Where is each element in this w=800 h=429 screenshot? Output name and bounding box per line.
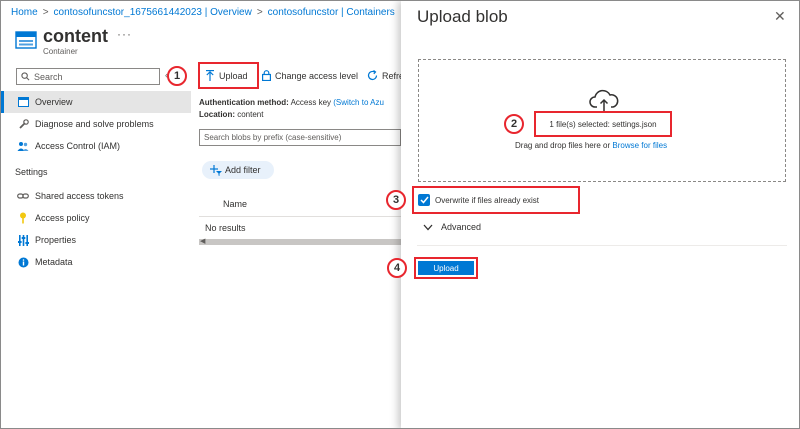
- sidebar-item-label: Overview: [35, 97, 73, 107]
- sidebar-item-properties[interactable]: Properties: [1, 229, 191, 251]
- checkmark-icon: [419, 196, 429, 204]
- sidebar-search-input[interactable]: Search: [16, 68, 160, 85]
- container-icon: [15, 31, 37, 49]
- breadcrumb-containers[interactable]: contosofuncstor | Containers: [268, 7, 395, 18]
- breadcrumb-home[interactable]: Home: [11, 7, 38, 18]
- auth-value: Access key: [290, 98, 332, 107]
- authentication-method: Authentication method: Access key (Switc…: [199, 98, 384, 107]
- wrench-icon: [17, 118, 29, 130]
- panel-divider: [417, 245, 787, 246]
- refresh-icon: [367, 70, 378, 81]
- breadcrumb: Home > contosofuncstor_1675661442023 | O…: [11, 4, 395, 20]
- lock-icon: [262, 70, 271, 81]
- settings-heading: Settings: [15, 167, 48, 177]
- sidebar-item-label: Access policy: [35, 213, 90, 223]
- cloud-upload-icon: [589, 89, 619, 112]
- blob-search-input[interactable]: Search blobs by prefix (case-sensitive): [199, 129, 401, 146]
- browse-for-files-link[interactable]: Browse for files: [612, 141, 667, 150]
- no-results-text: No results: [205, 223, 246, 233]
- key-icon: [17, 212, 29, 224]
- sidebar-item-overview[interactable]: Overview: [1, 91, 191, 113]
- add-filter-button[interactable]: Add filter: [202, 161, 274, 179]
- refresh-button[interactable]: Refre: [367, 70, 404, 81]
- change-access-level-button[interactable]: Change access level: [262, 70, 358, 81]
- chevron-down-icon: [423, 224, 433, 230]
- sidebar-search-placeholder: Search: [34, 71, 63, 82]
- search-icon: [21, 72, 30, 81]
- sidebar-item-metadata[interactable]: Metadata: [1, 251, 191, 273]
- column-header-name[interactable]: Name: [223, 199, 247, 209]
- sidebar-item-access-control[interactable]: Access Control (IAM): [1, 135, 191, 157]
- link-icon: [17, 190, 29, 202]
- location: Location: content: [199, 110, 263, 119]
- panel-title: Upload blob: [417, 7, 508, 26]
- callout-1: 1: [167, 66, 187, 86]
- files-selected-text: 1 file(s) selected: settings.json: [534, 111, 672, 137]
- overwrite-label: Overwrite if files already exist: [435, 195, 540, 205]
- callout-2: 2: [504, 114, 524, 134]
- add-filter-icon: [210, 164, 222, 176]
- overwrite-checkbox-row[interactable]: Overwrite if files already exist: [412, 186, 580, 214]
- sliders-icon: [17, 234, 29, 246]
- location-value: content: [237, 110, 264, 119]
- upload-blob-panel: Upload blob ✕ 1 file(s) selected: settin…: [401, 1, 799, 428]
- breadcrumb-storage-overview[interactable]: contosofuncstor_1675661442023 | Overview: [54, 7, 252, 18]
- overwrite-checkbox[interactable]: [418, 194, 430, 206]
- info-icon: [17, 256, 29, 268]
- blob-search-placeholder: Search blobs by prefix (case-sensitive): [204, 133, 342, 142]
- auth-label: Authentication method:: [199, 98, 289, 107]
- table-divider: [199, 216, 401, 217]
- close-icon[interactable]: ✕: [774, 8, 786, 25]
- breadcrumb-separator: >: [256, 6, 263, 18]
- scroll-left-icon[interactable]: ◀: [200, 237, 205, 245]
- sidebar-item-label: Shared access tokens: [35, 191, 124, 201]
- overview-icon: [17, 96, 29, 108]
- sidebar-item-label: Metadata: [35, 257, 73, 267]
- breadcrumb-separator: >: [42, 6, 49, 18]
- upload-button-label: Upload: [219, 70, 248, 81]
- location-label: Location:: [199, 110, 235, 119]
- sidebar-item-label: Diagnose and solve problems: [35, 119, 154, 129]
- app-frame: Home > contosofuncstor_1675661442023 | O…: [0, 0, 800, 429]
- horizontal-scrollbar[interactable]: ◀: [199, 237, 401, 245]
- sidebar-item-access-policy[interactable]: Access policy: [1, 207, 191, 229]
- upload-button[interactable]: Upload: [198, 62, 259, 89]
- advanced-label: Advanced: [441, 222, 482, 232]
- callout-3: 3: [386, 190, 406, 210]
- sidebar-item-label: Access Control (IAM): [35, 141, 121, 151]
- sidebar-item-label: Properties: [35, 235, 77, 245]
- callout-4: 4: [387, 258, 407, 278]
- people-icon: [17, 140, 29, 152]
- sidebar-item-shared-access-tokens[interactable]: Shared access tokens: [1, 185, 191, 207]
- page-subtitle: Container: [43, 47, 78, 56]
- drag-drop-hint: Drag and drop files here or Browse for f…: [515, 141, 667, 150]
- upload-icon: [206, 70, 214, 81]
- add-filter-label: Add filter: [225, 165, 261, 175]
- more-options-icon[interactable]: ···: [117, 27, 132, 41]
- change-access-level-label: Change access level: [275, 70, 359, 81]
- drag-drop-text: Drag and drop files here or: [515, 141, 611, 150]
- page-title: content: [43, 26, 108, 46]
- switch-auth-link[interactable]: (Switch to Azu: [333, 98, 384, 107]
- sidebar-item-diagnose[interactable]: Diagnose and solve problems: [1, 113, 191, 135]
- upload-submit-highlight: Upload: [414, 257, 478, 279]
- advanced-section-toggle[interactable]: Advanced: [423, 222, 481, 232]
- upload-submit-button[interactable]: Upload: [418, 261, 474, 275]
